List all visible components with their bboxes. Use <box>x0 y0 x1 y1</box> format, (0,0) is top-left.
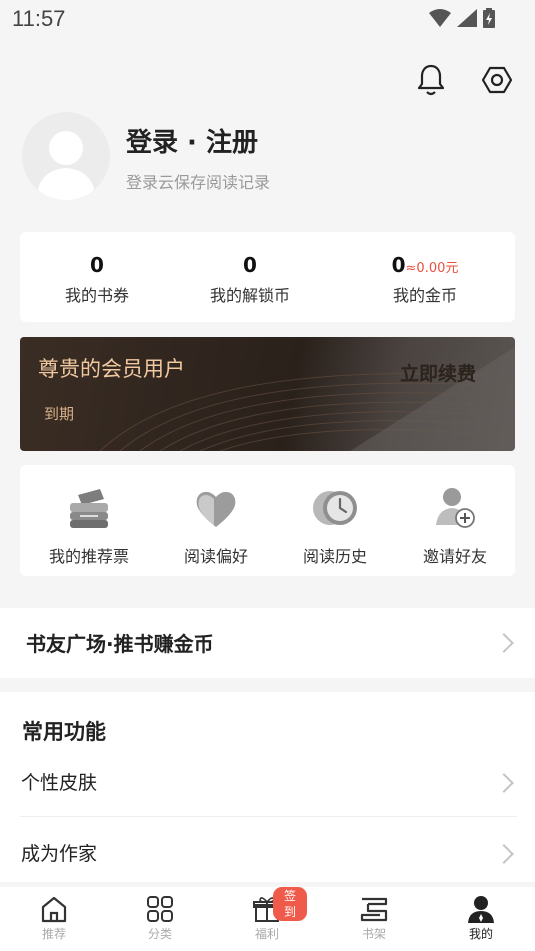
function-row-become-writer[interactable]: 成为作家 <box>0 823 535 883</box>
quick-item-recommend-tickets[interactable]: 我的推荐票 <box>34 485 144 567</box>
status-icons <box>429 8 495 28</box>
chevron-right-icon <box>494 633 514 653</box>
nav-item-recommend[interactable]: 推荐 <box>14 893 94 942</box>
stat-label: 我的解锁币 <box>209 286 290 305</box>
avatar[interactable] <box>22 112 110 200</box>
signal-icon <box>457 9 477 27</box>
nav-item-welfare[interactable]: 签到 福利 <box>227 887 307 942</box>
login-register-link[interactable]: 登录 · 注册 <box>126 122 258 159</box>
nav-label: 书架 <box>361 927 386 941</box>
quick-entries: 我的推荐票 阅读偏好 阅读历史 邀请好友 <box>20 465 515 576</box>
nav-label: 福利 <box>254 927 279 941</box>
nav-label: 我的 <box>468 927 493 941</box>
function-row-skin[interactable]: 个性皮肤 <box>0 752 535 812</box>
wifi-icon <box>429 9 451 27</box>
stat-value: 0 <box>243 253 257 277</box>
divider <box>20 816 517 817</box>
section-title: 常用功能 <box>22 720 106 744</box>
settings-hexagon-icon[interactable] <box>481 62 513 98</box>
stats-card: 0 我的书券 0 我的解锁币 0≈0.00元 我的金币 <box>20 232 515 322</box>
stat-unlock-coins[interactable]: 0 我的解锁币 <box>200 252 300 306</box>
stat-value-number: 0 <box>391 253 406 277</box>
battery-icon <box>483 8 495 28</box>
nav-label: 分类 <box>147 927 172 941</box>
quick-item-reading-history[interactable]: 阅读历史 <box>280 485 390 567</box>
nav-item-bookshelf[interactable]: 书架 <box>334 893 414 942</box>
quick-label: 阅读历史 <box>302 547 367 566</box>
status-bar: 11:57 <box>0 0 535 40</box>
quick-label: 邀请好友 <box>422 547 487 566</box>
ticket-stack-icon <box>70 489 108 528</box>
quick-item-reading-preference[interactable]: 阅读偏好 <box>161 485 271 567</box>
quick-item-invite-friends[interactable]: 邀请好友 <box>400 485 510 567</box>
home-icon <box>41 896 67 923</box>
nav-item-mine[interactable]: 我的 <box>441 893 521 942</box>
clock-history-icon <box>313 491 357 525</box>
heart-icon <box>196 491 236 527</box>
vip-card[interactable]: 尊贵的会员用户 到期 立即续费 <box>20 337 515 451</box>
status-time: 11:57 <box>12 6 66 31</box>
quick-label: 我的推荐票 <box>48 547 129 566</box>
stat-gold-coins[interactable]: 0≈0.00元 我的金币 <box>380 252 470 306</box>
vip-expire: 到期 <box>44 405 75 423</box>
user-icon <box>468 896 494 923</box>
stat-value-rmb: ≈0.00元 <box>405 261 459 276</box>
add-friend-icon <box>436 488 475 528</box>
renew-button[interactable]: 立即续费 <box>400 359 476 386</box>
quick-label: 阅读偏好 <box>183 547 248 566</box>
stat-label: 我的书券 <box>64 286 129 305</box>
stat-value: 0≈0.00元 <box>380 252 470 278</box>
function-label: 成为作家 <box>21 843 98 865</box>
stat-label: 我的金币 <box>392 286 457 305</box>
chevron-right-icon <box>494 773 514 793</box>
stat-book-coupons[interactable]: 0 我的书券 <box>50 252 144 306</box>
bell-icon[interactable] <box>415 62 447 98</box>
profile-subtitle: 登录云保存阅读记录 <box>126 173 271 192</box>
common-functions: 常用功能 个性皮肤 成为作家 <box>0 692 535 882</box>
grid-icon <box>147 896 173 922</box>
bookshelf-icon <box>360 897 388 922</box>
bottom-nav: 推荐 分类 签到 福利 书架 我的 <box>0 887 535 951</box>
function-label: 个性皮肤 <box>21 772 98 794</box>
profile-header[interactable]: 登录 · 注册 登录云保存阅读记录 <box>22 112 512 206</box>
sign-in-badge: 签到 <box>273 887 307 921</box>
header-actions <box>415 62 513 98</box>
nav-label: 推荐 <box>41 927 66 941</box>
chevron-right-icon <box>494 844 514 864</box>
book-square-row[interactable]: 书友广场·推书赚金币 <box>0 608 535 678</box>
book-square-label: 书友广场·推书赚金币 <box>26 632 214 656</box>
stat-value: 0 <box>90 253 104 277</box>
vip-title: 尊贵的会员用户 <box>38 357 185 381</box>
nav-item-category[interactable]: 分类 <box>120 893 200 942</box>
